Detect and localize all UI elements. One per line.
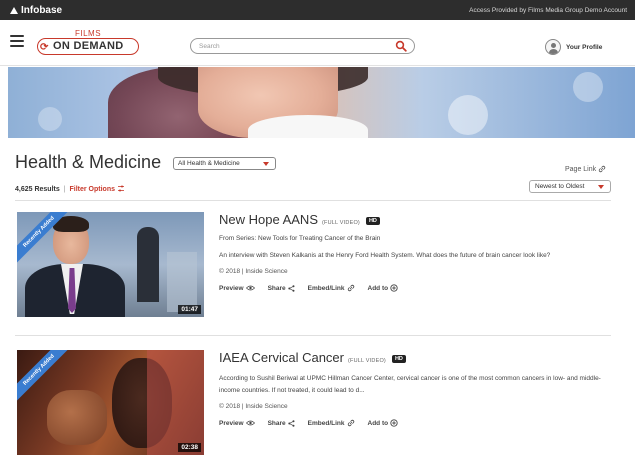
full-video-tag: (FULL VIDEO): [322, 220, 360, 226]
category-banner-image: [8, 67, 635, 138]
sort-dropdown-value: Newest to Oldest: [535, 183, 585, 190]
hd-badge: HD: [365, 217, 380, 225]
page-title: Health & Medicine: [15, 152, 162, 172]
infobase-logo[interactable]: Infobase: [10, 5, 62, 16]
infobase-logo-icon: [10, 6, 18, 14]
category-dropdown[interactable]: All Health & Medicine: [173, 157, 276, 170]
preview-button[interactable]: Preview: [219, 284, 255, 292]
video-duration: 01:47: [178, 305, 201, 314]
video-actions: Preview Share Embed/Link Add to: [219, 284, 617, 292]
logo-arrow-icon: ⟳: [40, 42, 49, 53]
search-input[interactable]: [199, 41, 389, 52]
share-button[interactable]: Share: [268, 419, 295, 427]
share-label: Share: [267, 284, 286, 292]
eye-icon: [245, 420, 255, 426]
video-description: An interview with Steven Kalkanis at the…: [219, 252, 551, 259]
share-label: Share: [267, 419, 286, 427]
logo-films-text: FILMS: [73, 29, 104, 38]
divider: [15, 335, 611, 336]
video-thumbnail[interactable]: Recently Added 02:38: [17, 350, 204, 455]
results-count: 4,625 Results: [15, 186, 60, 193]
chain-link-icon: [347, 284, 354, 292]
chain-link-icon: [347, 419, 354, 427]
video-meta: © 2018 | Inside Science: [219, 268, 288, 275]
category-dropdown-value: All Health & Medicine: [178, 160, 240, 167]
hamburger-icon[interactable]: [10, 35, 24, 47]
search-box: [190, 38, 415, 54]
add-to-button[interactable]: Add to: [368, 419, 399, 427]
embed-link-label: Embed/Link: [307, 419, 345, 427]
access-notice: Access Provided by Films Media Group Dem…: [469, 6, 627, 14]
results-bar: 4,625 Results | Filter Options: [15, 185, 125, 193]
page-link-label: Page Link: [565, 165, 597, 173]
preview-label: Preview: [219, 284, 244, 292]
video-actions: Preview Share Embed/Link Add to: [219, 419, 617, 427]
profile-label: Your Profile: [566, 43, 603, 51]
preview-button[interactable]: Preview: [219, 419, 255, 427]
embed-link-button[interactable]: Embed/Link: [308, 284, 355, 292]
video-title-link[interactable]: IAEA Cervical Cancer: [219, 350, 344, 365]
chevron-down-icon: [598, 185, 604, 189]
eye-icon: [245, 285, 255, 291]
preview-label: Preview: [219, 419, 244, 427]
infobase-brand-label: Infobase: [21, 4, 63, 16]
filter-options-label: Filter Options: [69, 186, 115, 193]
logo-on-demand-text: ON DEMAND: [53, 40, 124, 52]
video-description: According to Sushil Beriwal at UPMC Hill…: [219, 375, 601, 394]
sort-dropdown[interactable]: Newest to Oldest: [529, 180, 611, 193]
embed-link-button[interactable]: Embed/Link: [308, 419, 355, 427]
avatar-icon: [545, 39, 561, 55]
hd-badge: HD: [391, 355, 406, 363]
embed-link-label: Embed/Link: [307, 284, 345, 292]
chain-link-icon: [598, 165, 606, 173]
plus-circle-icon: [390, 419, 398, 427]
video-series: From Series: New Tools for Treating Canc…: [219, 235, 381, 242]
chevron-down-icon: [263, 162, 269, 166]
films-on-demand-logo[interactable]: ⟳ FILMS ON DEMAND: [33, 28, 143, 58]
share-icon: [287, 284, 295, 292]
sliders-icon: [117, 185, 124, 192]
add-to-label: Add to: [367, 419, 389, 427]
plus-circle-icon: [390, 284, 398, 292]
results-separator: |: [63, 186, 66, 193]
add-to-button[interactable]: Add to: [368, 284, 399, 292]
share-icon: [287, 419, 295, 427]
full-video-tag: (FULL VIDEO): [348, 358, 386, 364]
magnifier-icon[interactable]: [395, 40, 407, 52]
site-header: ⟳ FILMS ON DEMAND Your Profile: [0, 20, 635, 66]
filter-options-button[interactable]: Filter Options: [69, 185, 124, 193]
video-thumbnail[interactable]: Recently Added 01:47: [17, 212, 204, 317]
video-title-link[interactable]: New Hope AANS: [219, 212, 318, 227]
video-info: IAEA Cervical Cancer (FULL VIDEO) HD Acc…: [219, 350, 617, 427]
share-button[interactable]: Share: [268, 284, 295, 292]
divider: [15, 200, 611, 201]
video-duration: 02:38: [178, 443, 201, 452]
add-to-label: Add to: [367, 284, 389, 292]
page-link-button[interactable]: Page Link: [565, 165, 606, 173]
profile-button[interactable]: Your Profile: [545, 39, 602, 55]
video-meta: © 2018 | Inside Science: [219, 403, 288, 410]
video-info: New Hope AANS (FULL VIDEO) HD From Serie…: [219, 212, 617, 292]
top-bar: Infobase Access Provided by Films Media …: [0, 0, 635, 20]
